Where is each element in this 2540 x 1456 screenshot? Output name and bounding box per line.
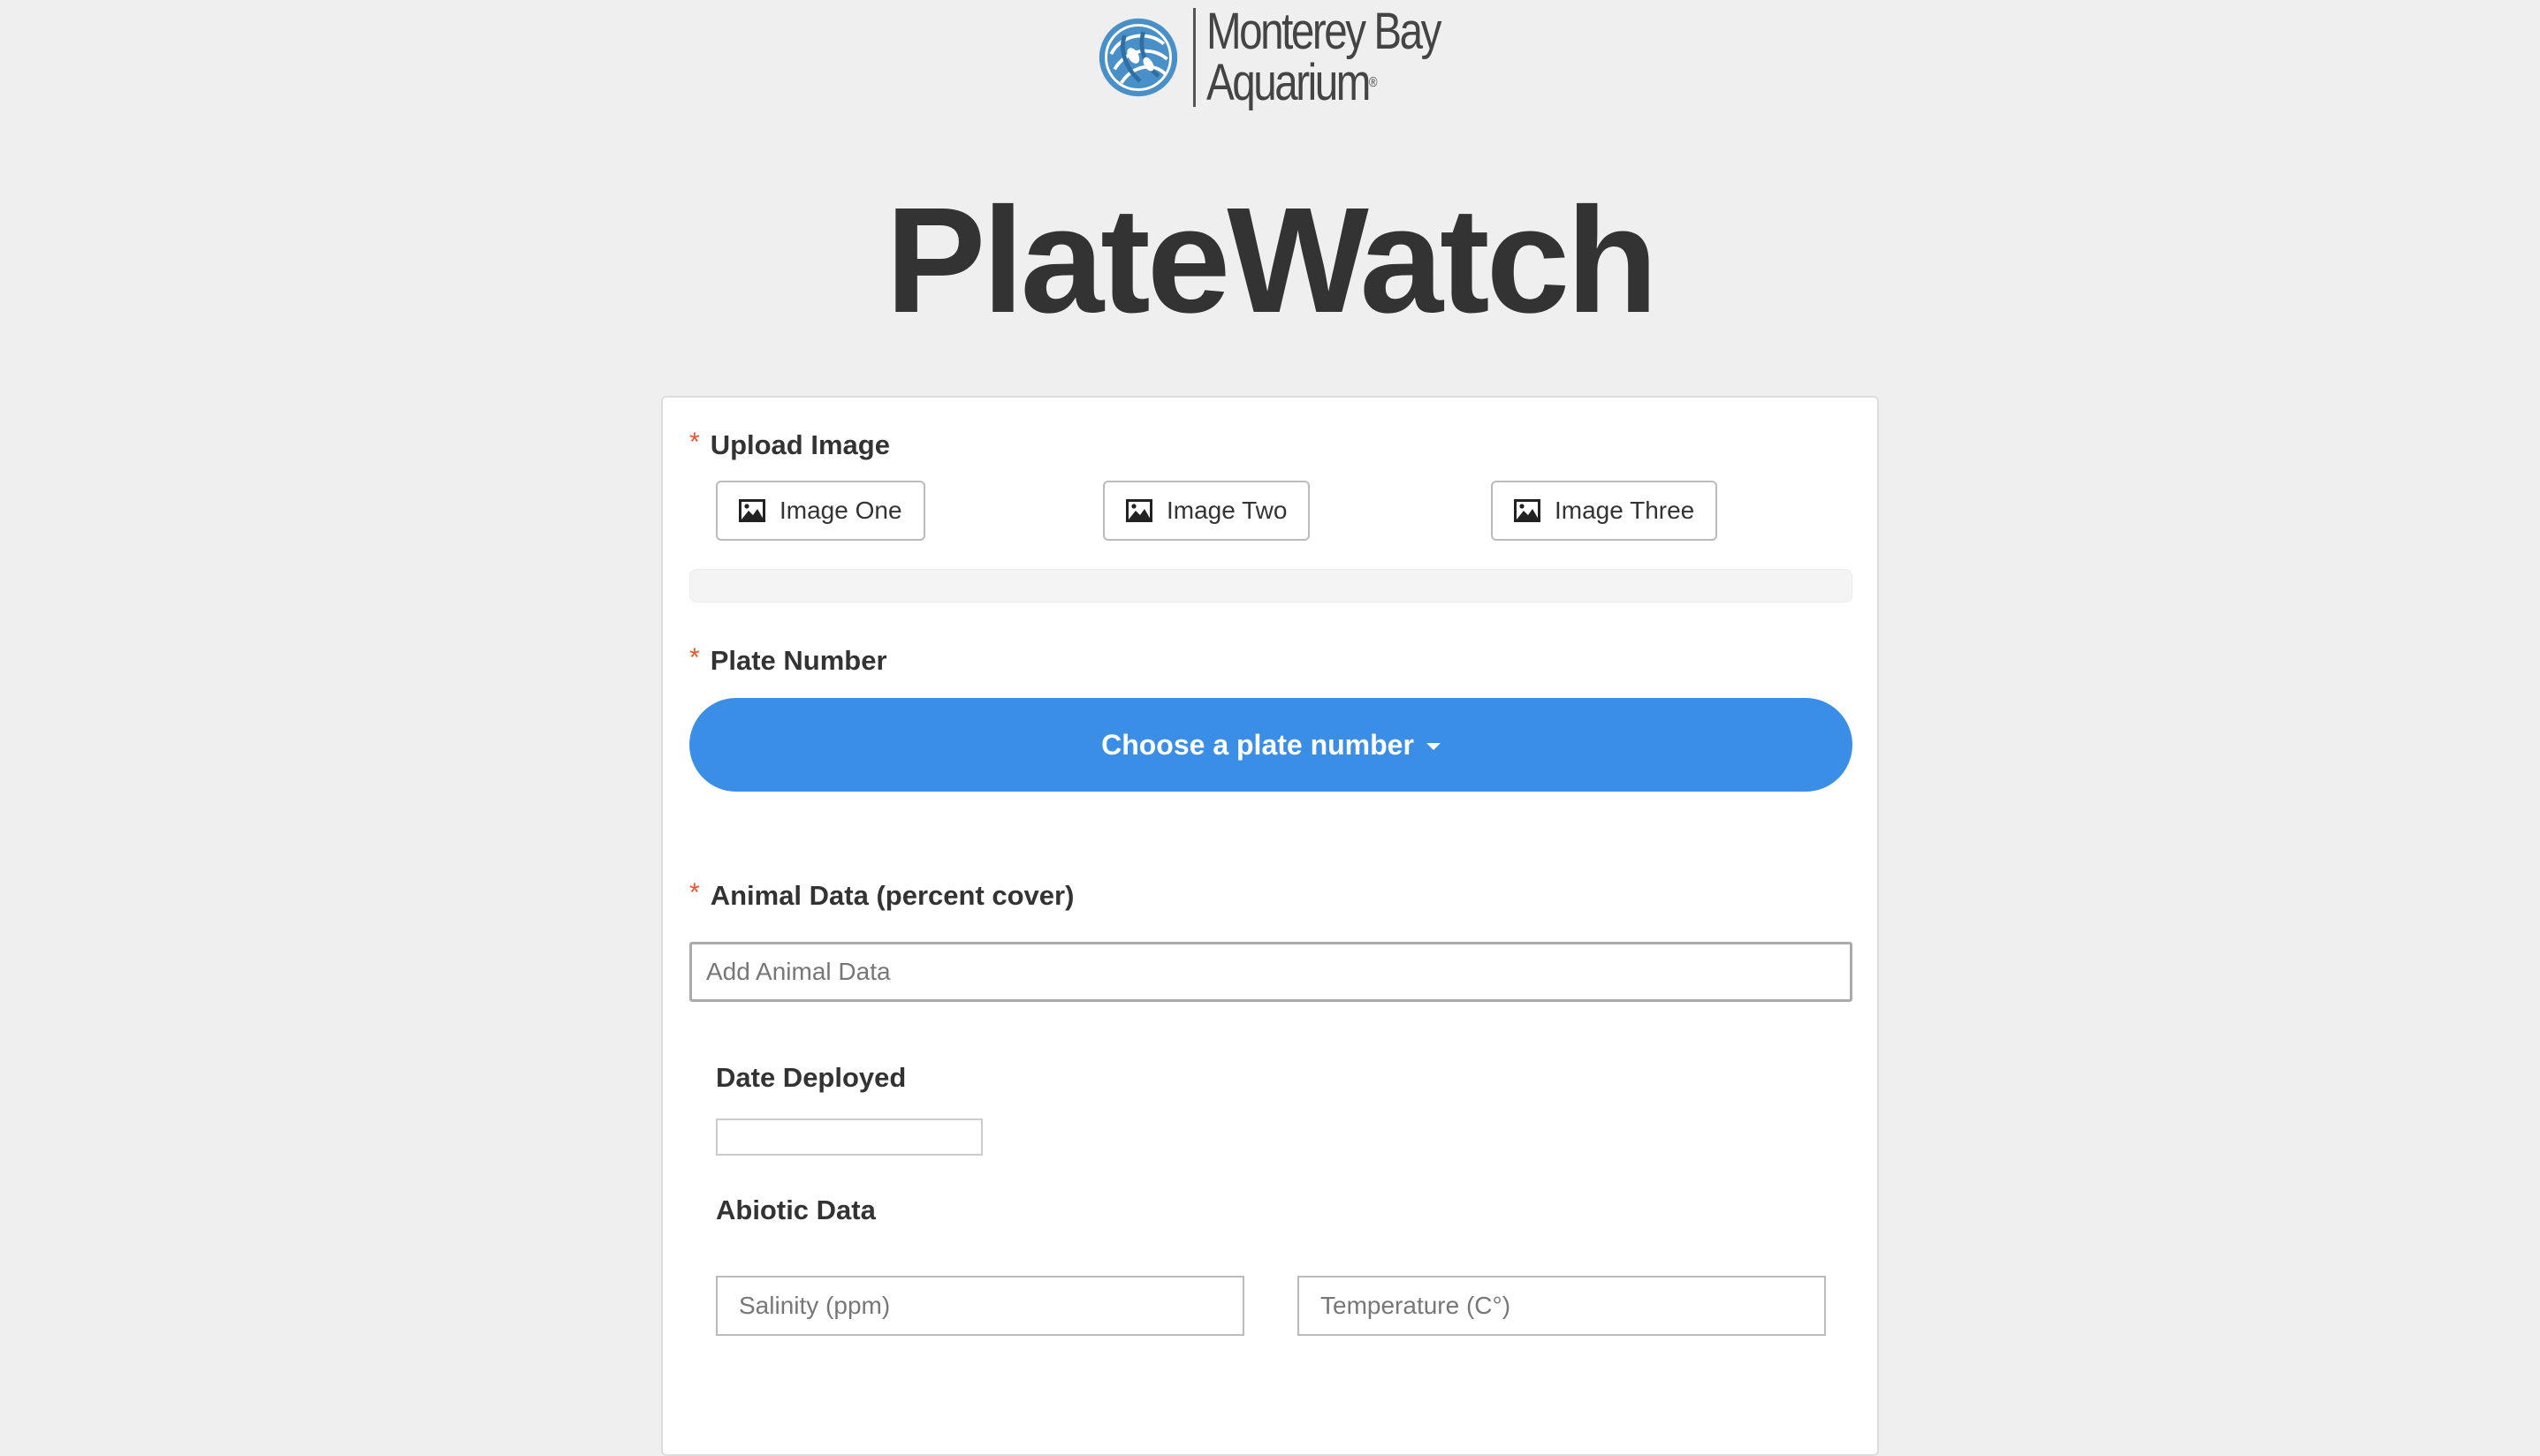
image-two-label: Image Two [1167, 497, 1288, 524]
image-one-label: Image One [779, 497, 902, 524]
logo-divider [1193, 8, 1196, 107]
monterey-bay-aquarium-logo[interactable]: Monterey Bay Aquarium® [1096, 5, 1491, 110]
upload-progress-bar [689, 569, 1852, 603]
abiotic-data-label: Abiotic Data [716, 1194, 876, 1225]
date-deployed-input[interactable] [716, 1119, 983, 1156]
image-three-button[interactable]: Image Three [1491, 481, 1718, 541]
date-deployed-label: Date Deployed [716, 1062, 907, 1093]
plate-number-label-text: Plate Number [710, 645, 887, 676]
animal-data-label: * Animal Data (percent cover) [689, 878, 1074, 914]
plate-number-dropdown-label: Choose a plate number [1101, 728, 1414, 761]
logo-line-2: Aquarium® [1206, 54, 1378, 111]
required-asterisk: * [689, 878, 700, 907]
required-asterisk: * [689, 428, 700, 457]
logo-wordmark: Monterey Bay Aquarium® [1206, 3, 1441, 111]
logo-line-1: Monterey Bay [1206, 3, 1441, 60]
aquarium-swirl-icon [1099, 18, 1178, 97]
animal-data-label-text: Animal Data (percent cover) [710, 880, 1075, 911]
platewatch-form-card: * Upload Image Image One Image Two Image … [661, 396, 1879, 1456]
upload-image-label-text: Upload Image [710, 429, 890, 460]
required-asterisk: * [689, 643, 700, 672]
salinity-input[interactable] [716, 1276, 1244, 1336]
image-icon [1126, 499, 1152, 522]
plate-number-dropdown[interactable]: Choose a plate number [689, 698, 1852, 792]
image-one-button[interactable]: Image One [716, 481, 925, 541]
image-two-button[interactable]: Image Two [1103, 481, 1311, 541]
image-three-label: Image Three [1555, 497, 1695, 524]
temperature-input[interactable] [1297, 1276, 1826, 1336]
image-icon [739, 499, 765, 522]
registered-mark: ® [1368, 75, 1378, 90]
image-icon [1514, 499, 1540, 522]
page-title: PlateWatch [885, 177, 1658, 345]
plate-number-label: * Plate Number [689, 643, 887, 679]
animal-data-input[interactable] [689, 942, 1852, 1002]
caret-down-icon [1426, 743, 1441, 750]
upload-image-label: * Upload Image [689, 428, 890, 464]
